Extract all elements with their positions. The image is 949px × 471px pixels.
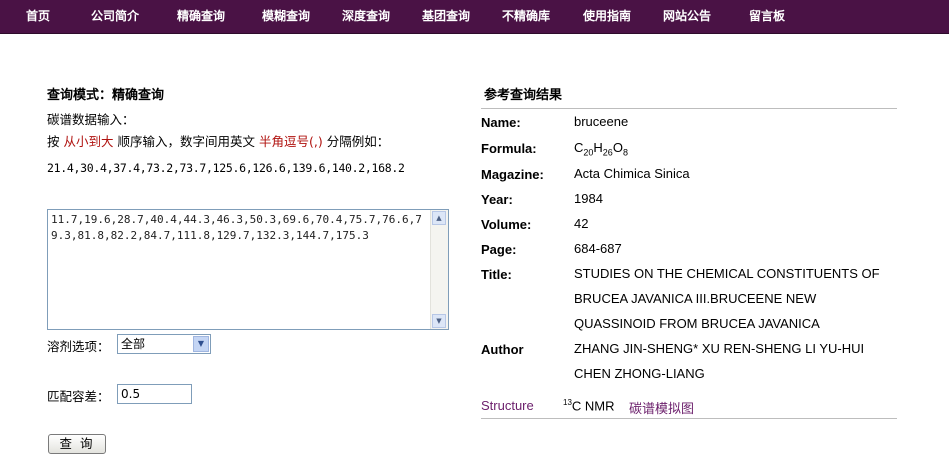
nav-item-fuzzy-query[interactable]: 模糊查询 <box>262 0 310 33</box>
title-line: STUDIES ON THE CHEMICAL CONSTITUENTS OF <box>574 266 880 281</box>
author-value: ZHANG JIN-SHENG* XU REN-SHENG LI YU-HUI … <box>574 336 904 386</box>
spectrum-simulation-link[interactable]: 碳谱模拟图 <box>629 398 694 417</box>
volume-label: Volume: <box>481 217 532 232</box>
magazine-label: Magazine: <box>481 167 544 182</box>
instr-separator: 半角逗号(,) <box>259 134 323 149</box>
page-label: Page: <box>481 242 517 257</box>
input-label: 碳谱数据输入： <box>47 112 135 127</box>
tolerance-input[interactable]: 0.5 <box>117 384 192 404</box>
nav-item-guestbook[interactable]: 留言板 <box>749 0 785 33</box>
chevron-down-icon[interactable]: ▼ <box>193 336 209 352</box>
nav-item-company[interactable]: 公司简介 <box>91 0 139 33</box>
nav-item-home[interactable]: 首页 <box>26 0 50 33</box>
nav-item-deep-query[interactable]: 深度查询 <box>342 0 390 33</box>
result-panel: 参考查询结果 <box>481 86 897 109</box>
solvent-label: 溶剂选项： <box>47 339 110 354</box>
page-value: 684-687 <box>574 241 622 256</box>
volume-value: 42 <box>574 216 589 231</box>
author-line: CHEN ZHONG-LIANG <box>574 366 705 381</box>
name-label: Name: <box>481 115 521 130</box>
result-links: Structure 13C NMR 碳谱模拟图 <box>481 394 897 419</box>
tolerance-label: 匹配容差： <box>47 389 110 404</box>
shift-input[interactable]: 11.7,19.6,28.7,40.4,44.3,46.3,50.3,69.6,… <box>48 210 431 329</box>
input-instructions: 按 从小到大 顺序输入，数字间用英文 半角逗号(,) 分隔例如： <box>47 131 457 153</box>
nav-item-exact-query[interactable]: 精确查询 <box>177 0 225 33</box>
instr-prefix: 按 <box>47 134 60 149</box>
nav-item-user-guide[interactable]: 使用指南 <box>583 0 631 33</box>
top-nav-bar: 首页 公司简介 精确查询 模糊查询 深度查询 基团查询 不精确库 使用指南 网站… <box>0 0 949 34</box>
nav-item-group-query[interactable]: 基团查询 <box>422 0 470 33</box>
scroll-down-icon[interactable]: ▼ <box>432 314 446 328</box>
query-button[interactable]: 查 询 <box>48 434 106 454</box>
query-mode-heading: 查询模式：精确查询 <box>47 88 165 103</box>
structure-link[interactable]: Structure <box>481 398 534 413</box>
instr-suffix: 分隔例如： <box>326 134 390 149</box>
c13-nmr-link[interactable]: 13C NMR <box>563 398 615 413</box>
author-line: ZHANG JIN-SHENG* XU REN-SHENG LI YU-HUI <box>574 341 865 356</box>
solvent-selected-value: 全部 <box>121 337 146 351</box>
shift-input-box: 11.7,19.6,28.7,40.4,44.3,46.3,50.3,69.6,… <box>47 209 449 330</box>
nav-item-inexact-library[interactable]: 不精确库 <box>502 0 550 33</box>
title-line: BRUCEA JAVANICA III.BRUCEENE NEW <box>574 291 817 306</box>
solvent-select[interactable]: 全部 ▼ <box>117 334 211 354</box>
name-value: bruceene <box>574 114 629 129</box>
nav-item-announcements[interactable]: 网站公告 <box>663 0 711 33</box>
shift-input-scrollbar[interactable]: ▲ ▼ <box>430 210 448 329</box>
formula-label: Formula: <box>481 141 537 156</box>
title-value: STUDIES ON THE CHEMICAL CONSTITUENTS OF … <box>574 261 904 336</box>
title-line: QUASSINOID FROM BRUCEA JAVANICA <box>574 316 820 331</box>
instr-middle: 顺序输入，数字间用英文 <box>117 134 256 149</box>
magazine-value: Acta Chimica Sinica <box>574 166 690 181</box>
query-form: 查询模式：精确查询 碳谱数据输入： 按 从小到大 顺序输入，数字间用英文 半角逗… <box>47 86 457 179</box>
title-label: Title: <box>481 267 512 282</box>
instr-order: 从小到大 <box>63 134 114 149</box>
scroll-up-icon[interactable]: ▲ <box>432 211 446 225</box>
example-values: 21.4,30.4,37.4,73.2,73.7,125.6,126.6,139… <box>47 161 405 175</box>
result-heading: 参考查询结果 <box>481 86 897 109</box>
year-value: 1984 <box>574 191 603 206</box>
author-label: Author <box>481 342 524 357</box>
year-label: Year: <box>481 192 513 207</box>
